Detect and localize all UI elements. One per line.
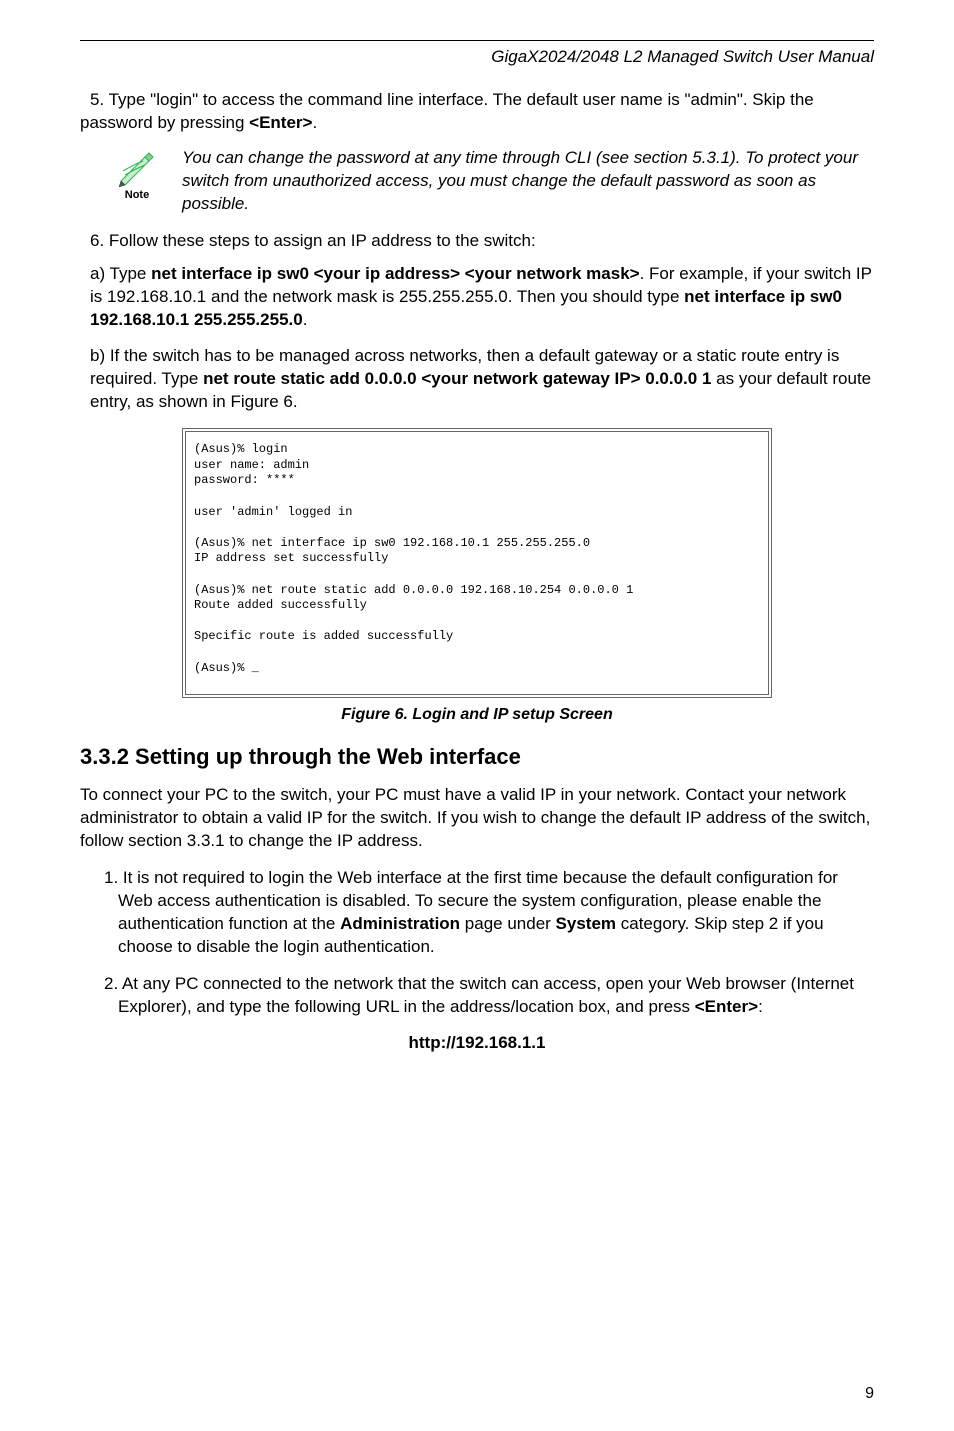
substep-b-cmd: net route static add 0.0.0.0 <your netwo… [203,369,711,388]
item2-end: : [758,997,763,1016]
item1-admin: Administration [340,914,460,933]
item1-mid: page under [460,914,555,933]
step-5-end: . [312,113,317,132]
note-label: Note [110,189,164,201]
header-divider [80,40,874,41]
step-5: 5. Type "login" to access the command li… [80,89,874,135]
substep-a-end: . [303,310,308,329]
list-item-2: 2. At any PC connected to the network th… [104,973,874,1019]
step-5-enter: <Enter> [249,113,312,132]
note-text: You can change the password at any time … [182,147,874,216]
figure-caption: Figure 6. Login and IP setup Screen [80,706,874,724]
url-text: http://192.168.1.1 [80,1033,874,1053]
step-5-text: 5. Type "login" to access the command li… [80,90,814,132]
page-header-title: GigaX2024/2048 L2 Managed Switch User Ma… [80,47,874,67]
terminal-output: (Asus)% login user name: admin password:… [182,428,772,698]
terminal-container: (Asus)% login user name: admin password:… [182,428,772,698]
step-6: 6. Follow these steps to assign an IP ad… [80,230,874,253]
pencil-icon [115,147,159,187]
intro-paragraph: To connect your PC to the switch, your P… [80,784,874,853]
note-icon-wrap: Note [110,147,164,201]
substep-a-prefix: a) Type [90,264,151,283]
item1-system: System [556,914,616,933]
substep-b: b) If the switch has to be managed acros… [90,345,874,414]
note-block: Note You can change the password at any … [110,147,874,216]
substep-a-cmd1: net interface ip sw0 <your ip address> <… [151,264,639,283]
page-number: 9 [865,1385,874,1403]
section-heading: 3.3.2 Setting up through the Web interfa… [80,744,874,770]
item2-enter: <Enter> [695,997,758,1016]
substep-a: a) Type net interface ip sw0 <your ip ad… [90,263,874,332]
list-item-1: 1. It is not required to login the Web i… [104,867,874,959]
step-6-text: 6. Follow these steps to assign an IP ad… [90,231,536,250]
